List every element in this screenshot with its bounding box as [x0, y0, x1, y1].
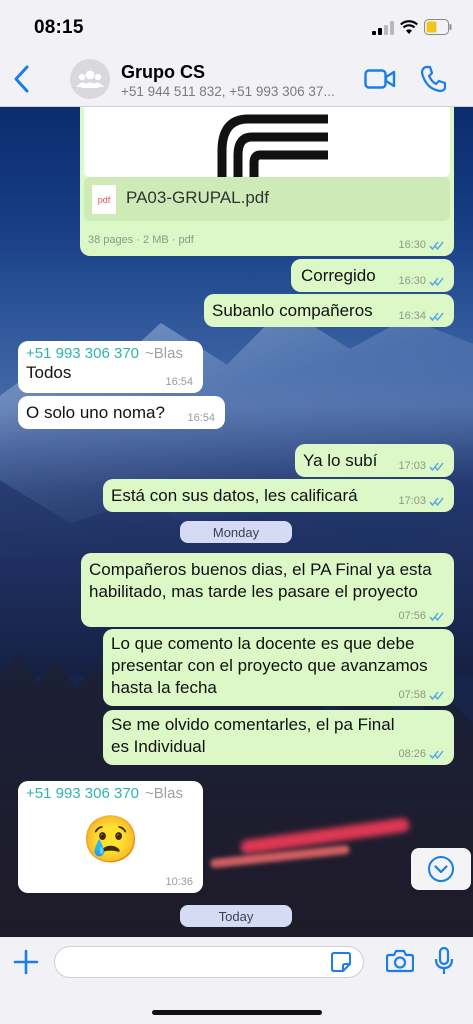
read-ticks-icon: [429, 750, 444, 759]
read-ticks-icon: [429, 612, 444, 621]
chat-area[interactable]: pdf PA03-GRUPAL.pdf 38 pages · 2 MB · pd…: [0, 107, 473, 937]
pdf-icon-label: pdf: [97, 194, 111, 205]
read-ticks-icon: [429, 497, 444, 506]
message-bubble-incoming[interactable]: +51 993 306 370 ~Blas Todos 16:54: [18, 341, 203, 393]
message-text: Ya lo subí: [303, 451, 378, 470]
message-meta: 07:58: [398, 689, 444, 701]
message-text: Se me olvido comentarles, el pa Final es…: [111, 715, 395, 756]
message-text: Subanlo compañeros: [212, 301, 373, 320]
message-meta: 16:54: [187, 412, 215, 424]
wifi-icon: [400, 20, 418, 34]
status-bar: 08:15: [0, 0, 473, 52]
message-bubble-outgoing[interactable]: Se me olvido comentarles, el pa Final es…: [103, 710, 454, 765]
read-ticks-icon: [429, 462, 444, 471]
group-avatar[interactable]: [70, 59, 110, 99]
scroll-to-bottom-button[interactable]: [411, 848, 471, 890]
message-time: 16:34: [398, 310, 426, 322]
sender-alias: ~Blas: [145, 345, 183, 362]
document-filename: PA03-GRUPAL.pdf: [126, 188, 269, 207]
message-meta: 07:56: [398, 610, 444, 622]
microphone-icon[interactable]: [434, 946, 454, 976]
message-time: 17:03: [398, 460, 426, 472]
message-text: Corregido: [301, 266, 376, 285]
read-ticks-icon: [429, 241, 444, 250]
sender-alias: ~Blas: [145, 785, 183, 802]
message-text: Está con sus datos, les calificará: [111, 486, 358, 505]
message-bubble-outgoing[interactable]: Está con sus datos, les calificará 17:03: [103, 479, 454, 512]
chat-header: Grupo CS +51 944 511 832, +51 993 306 37…: [0, 52, 473, 107]
message-meta: 10:36: [165, 876, 193, 888]
message-time: 16:54: [187, 412, 215, 424]
pdf-icon: pdf: [92, 185, 116, 214]
message-text: Todos: [26, 363, 72, 382]
chat-participants[interactable]: +51 944 511 832, +51 993 306 37...: [121, 84, 356, 99]
emoji-crying: 😢: [82, 813, 140, 865]
message-sender[interactable]: +51 993 306 370 ~Blas: [26, 785, 195, 802]
message-time: 16:54: [165, 376, 193, 388]
plus-icon[interactable]: [12, 948, 40, 976]
read-ticks-icon: [429, 691, 444, 700]
message-time: 17:03: [398, 495, 426, 507]
message-time: 07:56: [398, 610, 426, 622]
document-logo: [217, 114, 328, 177]
day-separator: Today: [180, 905, 292, 927]
message-bubble-incoming[interactable]: +51 993 306 370 ~Blas 😢 10:36: [18, 781, 203, 893]
message-time: 10:36: [165, 876, 193, 888]
video-call-icon[interactable]: [364, 66, 396, 92]
message-bubble-incoming[interactable]: O solo uno noma? 16:54: [18, 396, 225, 429]
day-separator: Monday: [180, 521, 292, 543]
message-text: Lo que comento la docente es que debe pr…: [111, 634, 428, 697]
message-sender[interactable]: +51 993 306 370 ~Blas: [26, 345, 195, 362]
message-bubble-outgoing[interactable]: Compañeros buenos dias, el PA Final ya e…: [81, 553, 454, 627]
document-info: 38 pages · 2 MB · pdf: [88, 234, 194, 246]
message-time: 07:58: [398, 689, 426, 701]
message-bubble-outgoing[interactable]: Subanlo compañeros 16:34: [204, 294, 454, 327]
read-ticks-icon: [429, 277, 444, 286]
read-ticks-icon: [429, 312, 444, 321]
document-preview[interactable]: [84, 107, 450, 177]
chevron-down-icon: [428, 856, 454, 882]
camera-icon[interactable]: [386, 949, 414, 973]
chat-title[interactable]: Grupo CS: [121, 62, 205, 83]
message-meta: 17:03: [398, 460, 444, 472]
message-bubble-outgoing[interactable]: Lo que comento la docente es que debe pr…: [103, 629, 454, 706]
document-file-row[interactable]: pdf PA03-GRUPAL.pdf: [84, 177, 450, 221]
message-time: 16:30: [398, 239, 426, 251]
phone-icon[interactable]: [420, 65, 446, 93]
message-bubble-outgoing[interactable]: Ya lo subí 17:03: [295, 444, 454, 477]
battery-icon: [424, 19, 452, 35]
message-meta: 16:30: [398, 275, 444, 287]
message-bubble-outgoing[interactable]: Corregido 16:30: [291, 259, 454, 292]
chevron-left-icon[interactable]: [10, 64, 34, 94]
message-time: 16:30: [398, 275, 426, 287]
message-input[interactable]: [54, 946, 364, 978]
message-time: 08:26: [398, 748, 426, 760]
message-meta: 16:54: [165, 376, 193, 388]
composer-bar: [0, 937, 473, 1024]
message-meta: 16:30: [398, 239, 444, 251]
sender-phone: +51 993 306 370: [26, 345, 140, 362]
message-meta: 16:34: [398, 310, 444, 322]
message-meta: 17:03: [398, 495, 444, 507]
document-message[interactable]: pdf PA03-GRUPAL.pdf 38 pages · 2 MB · pd…: [80, 107, 454, 256]
message-meta: 08:26: [398, 748, 444, 760]
sender-phone: +51 993 306 370: [26, 785, 140, 802]
home-indicator: [152, 1010, 322, 1015]
group-icon: [76, 70, 104, 88]
signal-icon: [372, 21, 394, 35]
sticker-icon[interactable]: [330, 951, 352, 973]
message-text: Compañeros buenos dias, el PA Final ya e…: [89, 560, 432, 601]
status-time: 08:15: [34, 17, 84, 38]
message-text: O solo uno noma?: [26, 403, 165, 422]
